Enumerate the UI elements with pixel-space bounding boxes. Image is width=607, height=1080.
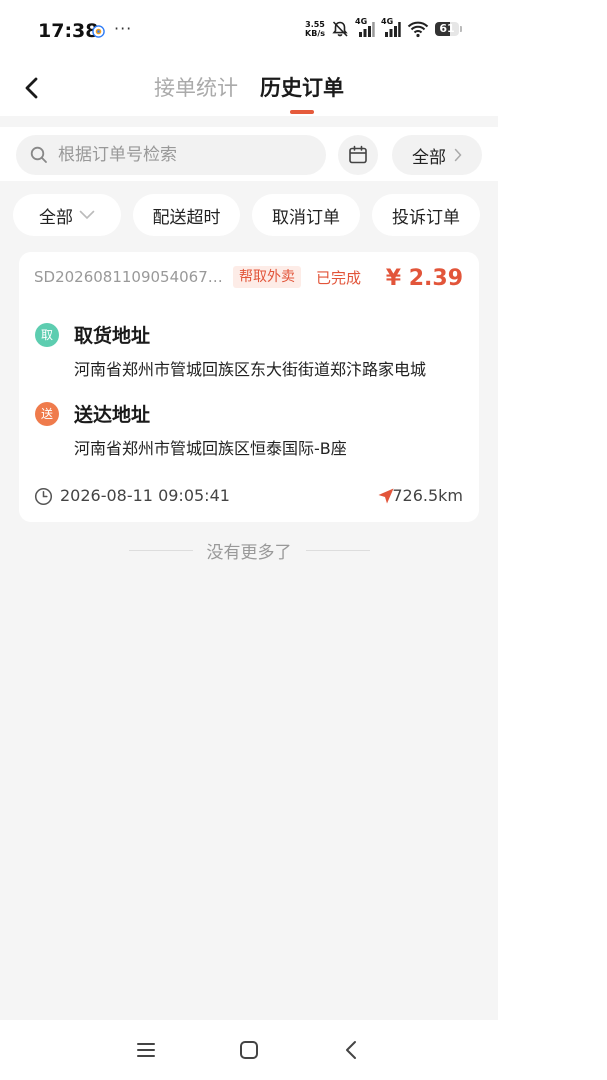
delivery-title: 送达地址 bbox=[74, 404, 151, 426]
status-time: 17:38 bbox=[38, 20, 99, 42]
chevron-down-icon bbox=[79, 210, 95, 220]
battery-level: 61 bbox=[439, 22, 455, 35]
pickup-address: 河南省郑州市管城回族区东大街街道郑汴路家电城 bbox=[74, 360, 427, 379]
search-icon bbox=[30, 146, 47, 163]
filter-chip-label: 配送超时 bbox=[152, 207, 221, 228]
order-time: 2026-08-11 09:05:41 bbox=[60, 486, 230, 505]
order-type-tag: 帮取外卖 bbox=[233, 266, 301, 288]
tab-bar: 接单统计 历史订单 bbox=[0, 72, 498, 114]
calendar-button[interactable] bbox=[338, 135, 378, 175]
pickup-title: 取货地址 bbox=[74, 325, 151, 347]
clock-icon bbox=[34, 487, 53, 506]
filter-chip-all[interactable]: 全部 bbox=[13, 194, 121, 236]
order-card[interactable]: SD202608110905406714... 帮取外卖 已完成 ¥ 2.39 … bbox=[19, 252, 479, 522]
filter-chip-label: 全部 bbox=[39, 207, 73, 228]
signal-icon: 4G bbox=[381, 17, 401, 38]
search-bar: 全部 bbox=[0, 127, 498, 181]
status-icons: 3.55 KB/s 4G 4G 61 bbox=[305, 17, 462, 38]
filter-chip-row: 全部 配送超时 取消订单 投诉订单 bbox=[0, 194, 498, 238]
all-filter-label: 全部 bbox=[412, 147, 446, 168]
mute-icon bbox=[332, 21, 348, 37]
tab-order-statistics[interactable]: 接单统计 bbox=[154, 72, 238, 104]
menu-icon[interactable] bbox=[134, 1038, 158, 1062]
network-speed: 3.55 KB/s bbox=[305, 20, 325, 38]
status-bar: 17:38 ··· 3.55 KB/s 4G 4G 61 bbox=[0, 0, 498, 62]
filter-chip-complaint[interactable]: 投诉订单 bbox=[372, 194, 480, 236]
app-screen: 17:38 ··· 3.55 KB/s 4G 4G 61 接单统计 历史订单 根… bbox=[0, 0, 498, 1080]
calendar-icon bbox=[349, 145, 367, 164]
app-notification-icon bbox=[92, 25, 105, 38]
all-filter-button[interactable]: 全部 bbox=[392, 135, 482, 175]
filter-chip-delivery-timeout[interactable]: 配送超时 bbox=[133, 194, 240, 236]
active-tab-indicator bbox=[290, 110, 314, 114]
order-number: SD202608110905406714... bbox=[34, 268, 224, 286]
list-end-indicator: 没有更多了 bbox=[0, 538, 498, 563]
status-more-indicator: ··· bbox=[114, 19, 133, 38]
header: 接单统计 历史订单 bbox=[0, 62, 498, 116]
home-icon[interactable] bbox=[237, 1038, 261, 1062]
pickup-badge: 取 bbox=[35, 323, 59, 347]
filter-chip-cancelled[interactable]: 取消订单 bbox=[252, 194, 360, 236]
tab-order-history[interactable]: 历史订单 bbox=[260, 72, 344, 114]
back-nav-icon[interactable] bbox=[340, 1038, 364, 1062]
divider bbox=[305, 549, 370, 551]
signal-icon: 4G bbox=[355, 17, 375, 38]
network-speed-unit: KB/s bbox=[305, 29, 325, 38]
search-box[interactable] bbox=[16, 135, 326, 175]
delivery-address: 河南省郑州市管城回族区恒泰国际-B座 bbox=[74, 439, 347, 458]
list-end-text: 没有更多了 bbox=[206, 542, 292, 563]
order-distance: 726.5km bbox=[392, 486, 463, 505]
chevron-right-icon bbox=[454, 148, 462, 162]
delivery-badge: 送 bbox=[35, 402, 59, 426]
divider bbox=[128, 549, 193, 551]
order-status: 已完成 bbox=[316, 269, 362, 287]
search-input[interactable] bbox=[56, 144, 310, 166]
wifi-icon bbox=[407, 21, 429, 38]
network-speed-value: 3.55 bbox=[305, 20, 325, 29]
system-navigation-bar bbox=[0, 1020, 498, 1080]
order-price: ¥ 2.39 bbox=[385, 266, 463, 291]
filter-chip-label: 投诉订单 bbox=[392, 207, 460, 228]
battery-icon: 61 bbox=[435, 22, 462, 36]
tab-order-history-label: 历史订单 bbox=[260, 76, 344, 100]
filter-chip-label: 取消订单 bbox=[272, 207, 340, 228]
